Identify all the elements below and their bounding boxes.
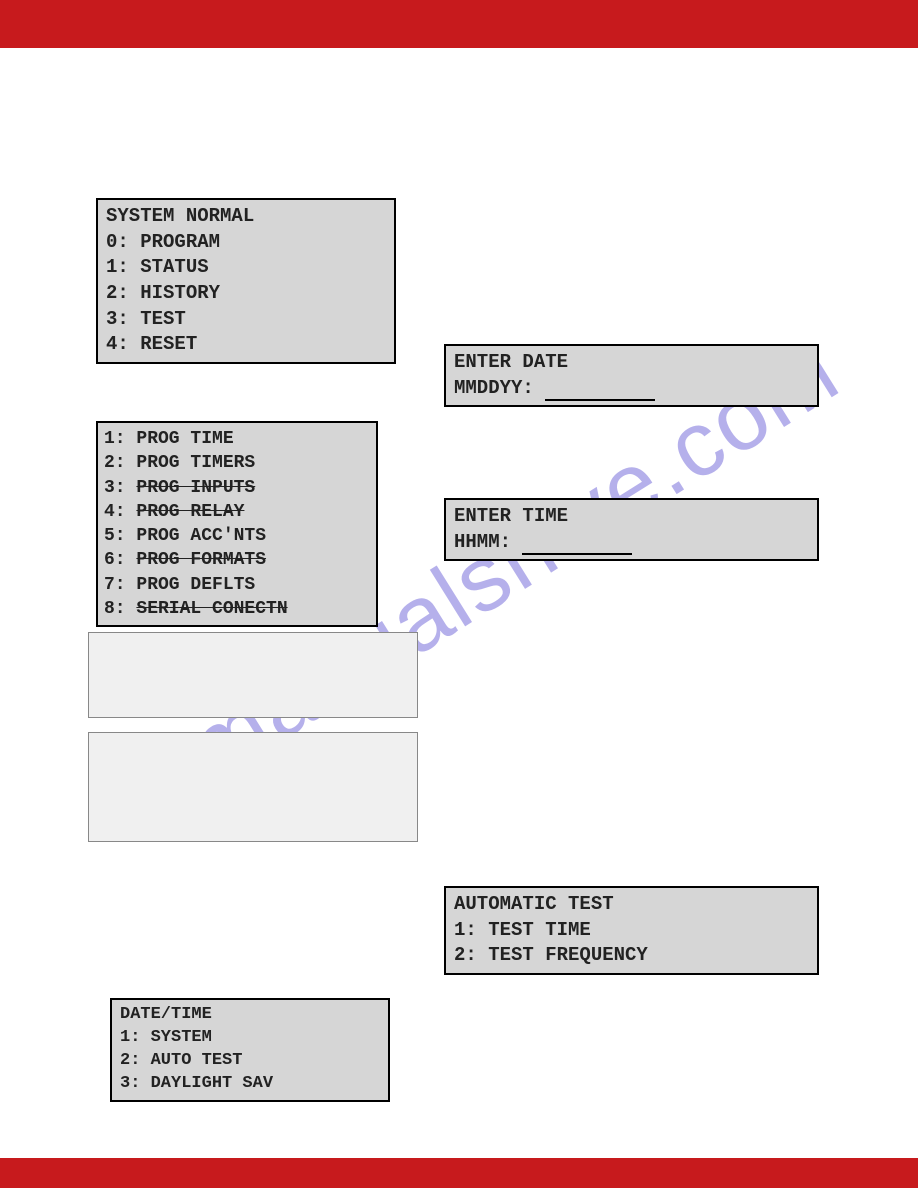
panel-empty-2	[88, 732, 418, 842]
menu-item: 7: PROG DEFLTS	[104, 573, 370, 597]
menu-item: 2: PROG TIMERS	[104, 451, 370, 475]
menu-item: 6: PROG FORMATS	[104, 548, 370, 572]
panel-date-time: DATE/TIME 1: SYSTEM 2: AUTO TEST 3: DAYL…	[110, 998, 390, 1102]
field-row: HHMM:	[454, 530, 809, 556]
panel-auto-test: AUTOMATIC TEST 1: TEST TIME 2: TEST FREQ…	[444, 886, 819, 975]
menu-item: 2: TEST FREQUENCY	[454, 943, 809, 969]
menu-item: 3: TEST	[106, 307, 386, 333]
header-bar	[0, 0, 918, 48]
menu-item: 4: PROG RELAY	[104, 500, 370, 524]
date-input-line[interactable]	[545, 380, 655, 401]
field-label: HHMM:	[454, 531, 511, 553]
panel-enter-date: ENTER DATE MMDDYY:	[444, 344, 819, 407]
panel-title: SYSTEM NORMAL	[106, 204, 386, 230]
panel-prog-menu: 1: PROG TIME 2: PROG TIMERS 3: PROG INPU…	[96, 421, 378, 627]
menu-item: 1: SYSTEM	[120, 1027, 380, 1050]
menu-item: 0: PROGRAM	[106, 230, 386, 256]
menu-item: 3: PROG INPUTS	[104, 476, 370, 500]
menu-item: 2: AUTO TEST	[120, 1050, 380, 1073]
time-input-line[interactable]	[522, 534, 632, 555]
menu-item: 3: DAYLIGHT SAV	[120, 1073, 380, 1096]
panel-system-normal: SYSTEM NORMAL 0: PROGRAM 1: STATUS 2: HI…	[96, 198, 396, 364]
menu-item: 4: RESET	[106, 332, 386, 358]
panel-title: AUTOMATIC TEST	[454, 892, 809, 918]
menu-item: 1: PROG TIME	[104, 427, 370, 451]
panel-title: DATE/TIME	[120, 1004, 380, 1027]
field-row: MMDDYY:	[454, 376, 809, 402]
panel-empty-1	[88, 632, 418, 718]
panel-title: ENTER TIME	[454, 504, 809, 530]
page-content: manualshive.com SYSTEM NORMAL 0: PROGRAM…	[0, 48, 918, 1188]
panel-enter-time: ENTER TIME HHMM:	[444, 498, 819, 561]
menu-item: 1: TEST TIME	[454, 918, 809, 944]
menu-item: 2: HISTORY	[106, 281, 386, 307]
menu-item: 5: PROG ACC'NTS	[104, 524, 370, 548]
footer-bar	[0, 1158, 918, 1188]
panel-title: ENTER DATE	[454, 350, 809, 376]
menu-item: 8: SERIAL CONECTN	[104, 597, 370, 621]
field-label: MMDDYY:	[454, 377, 534, 399]
menu-item: 1: STATUS	[106, 255, 386, 281]
